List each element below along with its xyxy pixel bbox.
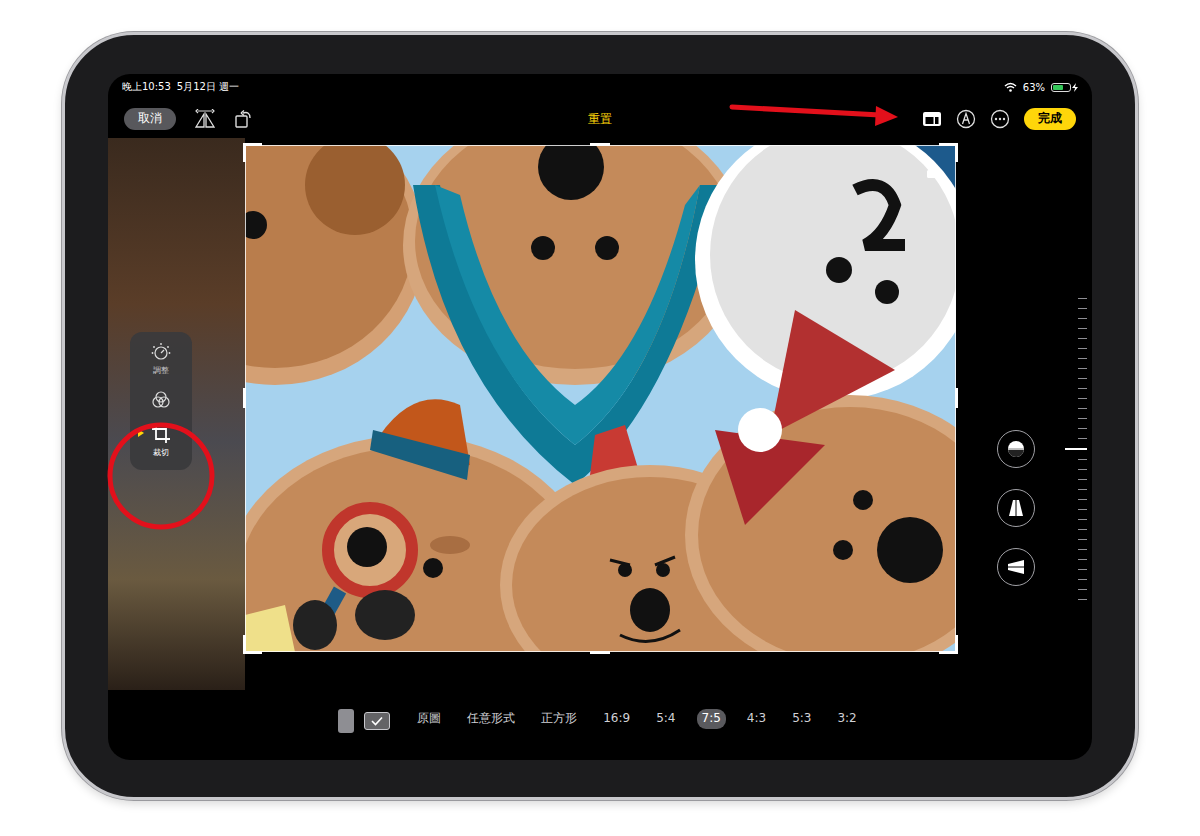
battery-fill: [1053, 85, 1063, 90]
dial-tick: [1078, 338, 1087, 339]
crop-corner-handle[interactable]: [939, 143, 958, 162]
dial-tick: [1078, 318, 1087, 319]
status-bar: 晚上10:53 5月12日 週一 63%: [108, 74, 1092, 100]
landscape-orientation-button[interactable]: [364, 712, 390, 730]
crop-icon[interactable]: [151, 424, 171, 444]
photo-crop-area[interactable]: [245, 145, 956, 652]
screen: 晚上10:53 5月12日 週一 63% 取消 重置 完成調整裁切原圖任意形式正方形 16:…: [108, 74, 1092, 760]
dial-tick: [1078, 559, 1087, 560]
aspect-ratio-option[interactable]: 7:5: [697, 709, 726, 729]
dial-tick: [1078, 328, 1087, 329]
aspect-ratio-icon[interactable]: [922, 110, 942, 128]
dial-tick: [1078, 428, 1087, 429]
battery-percent: 63%: [1023, 82, 1045, 93]
dial-tick: [1078, 569, 1087, 570]
tool-menu-item[interactable]: 裁切: [130, 424, 192, 458]
aspect-ratio-option[interactable]: 5:4: [651, 709, 680, 729]
dial-tick: [1078, 358, 1087, 359]
status-date: 5月12日 週一: [177, 80, 239, 94]
battery-icon: [1051, 83, 1071, 92]
rotate-icon[interactable]: [234, 109, 254, 129]
dial-tick: [1078, 408, 1087, 409]
photo-image: [245, 145, 956, 652]
dial-tick: [1078, 579, 1087, 580]
aspect-ratio-option[interactable]: 16:9: [598, 709, 635, 729]
dial-tick: [1078, 549, 1087, 550]
dial-tick: [1078, 459, 1087, 460]
dial-tick: [1078, 469, 1087, 470]
dial-tick: [1078, 398, 1087, 399]
dial-tick: [1078, 388, 1087, 389]
markup-icon[interactable]: [956, 109, 976, 129]
filter-icon[interactable]: [151, 390, 171, 410]
ipad-frame: 晚上10:53 5月12日 週一 63% 取消 重置 完成調整裁切原圖任意形式正方形 16:…: [62, 32, 1138, 800]
dial-tick: [1078, 368, 1087, 369]
crop-corner-handle[interactable]: [243, 143, 262, 162]
charging-bolt-icon: [1072, 83, 1078, 92]
straighten-button[interactable]: [997, 430, 1035, 468]
checkmark-icon: [371, 716, 383, 726]
wifi-icon: [1004, 82, 1017, 92]
straighten-icon[interactable]: [1006, 439, 1026, 459]
edit-area: 調整裁切: [108, 138, 1092, 690]
lock-icon[interactable]: [926, 163, 938, 179]
tool-menu: 調整裁切: [130, 332, 192, 470]
portrait-orientation-button[interactable]: [338, 709, 354, 733]
crop-frame: [245, 145, 956, 652]
status-time: 晚上10:53: [122, 80, 171, 94]
crop-edge-handle[interactable]: [955, 388, 958, 408]
dial-tick: [1078, 438, 1087, 439]
aspect-ratio-option[interactable]: 原圖: [412, 709, 446, 729]
aspect-ratio-option[interactable]: 3:2: [832, 709, 861, 729]
dial-tick: [1078, 348, 1087, 349]
more-icon[interactable]: [990, 109, 1010, 129]
dial-indicator: [1065, 448, 1087, 450]
selected-indicator: [138, 429, 144, 437]
flip-icon[interactable]: [194, 109, 216, 129]
dial-tick: [1078, 599, 1087, 600]
tool-menu-item[interactable]: 調整: [130, 342, 192, 376]
vertical-button[interactable]: [997, 489, 1035, 527]
dial-tick: [1078, 519, 1087, 520]
straighten-controls: [956, 138, 1092, 690]
reset-button[interactable]: 重置: [588, 111, 612, 128]
crop-edge-handle[interactable]: [590, 651, 610, 654]
tool-menu-item[interactable]: [130, 390, 192, 410]
dial-tick: [1078, 489, 1087, 490]
crop-corner-handle[interactable]: [939, 635, 958, 654]
adjust-icon[interactable]: [151, 342, 171, 362]
dial-tick: [1078, 378, 1087, 379]
straighten-dial[interactable]: [1057, 298, 1087, 600]
aspect-ratio-option[interactable]: 4:3: [742, 709, 771, 729]
tool-label: 裁切: [153, 447, 169, 458]
horizontal-icon[interactable]: [1006, 557, 1026, 577]
blurred-backdrop: 調整裁切: [108, 138, 245, 690]
crop-corner-handle[interactable]: [243, 635, 262, 654]
dial-tick: [1078, 479, 1087, 480]
aspect-ratio-option[interactable]: 正方形: [536, 709, 582, 729]
dial-tick: [1078, 509, 1087, 510]
aspect-ratio-option[interactable]: 5:3: [787, 709, 816, 729]
dial-tick: [1078, 418, 1087, 419]
tool-label: 調整: [153, 365, 169, 376]
aspect-ratio-bar: 原圖任意形式正方形 16:9 5:4 7:5 4:3 5:3 3:2: [108, 690, 1092, 760]
dial-tick: [1078, 499, 1087, 500]
crop-edge-handle[interactable]: [590, 143, 610, 146]
horizontal-button[interactable]: [997, 548, 1035, 586]
aspect-ratio-option[interactable]: 任意形式: [462, 709, 520, 729]
dial-tick: [1078, 529, 1087, 530]
vertical-icon[interactable]: [1006, 498, 1026, 518]
annotation-overlay: [0, 0, 1200, 836]
cancel-button[interactable]: 取消: [124, 108, 176, 130]
dial-tick: [1078, 539, 1087, 540]
done-button[interactable]: 完成: [1024, 108, 1076, 130]
toolbar: 取消 重置 完成: [108, 100, 1092, 138]
dial-tick: [1078, 308, 1087, 309]
crop-edge-handle[interactable]: [243, 388, 246, 408]
dial-tick: [1078, 298, 1087, 299]
dial-tick: [1078, 589, 1087, 590]
